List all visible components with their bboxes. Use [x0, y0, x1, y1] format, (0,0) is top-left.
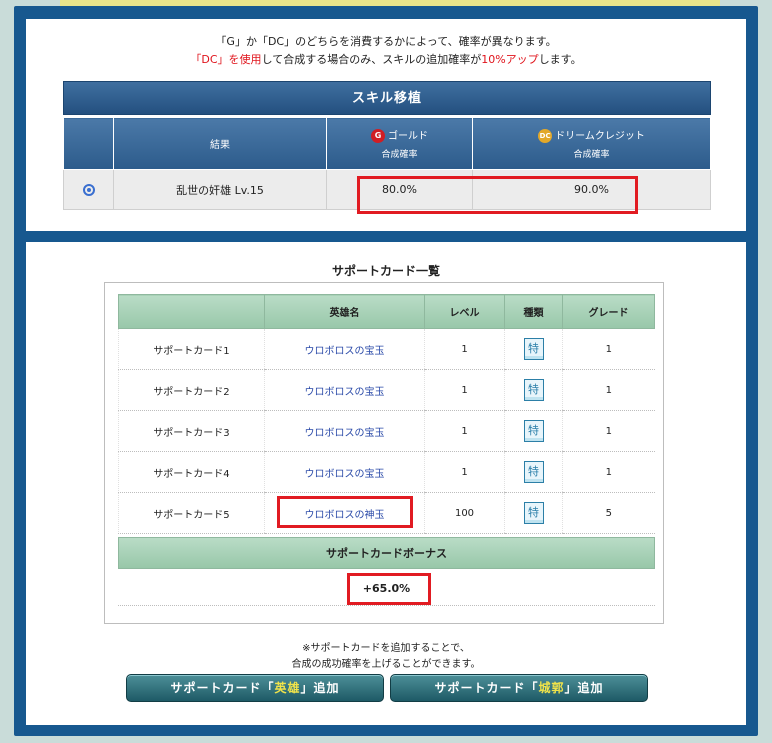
notice-line-2: 「DC」を使用して合成する場合のみ、スキルの追加確率が10%アップします。 — [26, 53, 746, 67]
table-row: サポートカード2 ウロボロスの宝玉 1 特 1 — [118, 369, 655, 411]
hero-link[interactable]: ウロボロスの宝玉 — [305, 387, 385, 398]
support-table: 英雄名 レベル 種類 グレード サポートカード1 ウロボロスの宝玉 1 特 1 … — [118, 294, 655, 534]
support-card-label: サポートカード4 — [118, 451, 265, 493]
gold-rate: 80.0% — [326, 169, 473, 210]
notice-dc-highlight: 「DC」を使用 — [190, 53, 262, 66]
level-cell: 1 — [424, 410, 505, 452]
support-col-label — [118, 294, 265, 329]
special-type-icon: 特 — [523, 338, 544, 360]
skill-row: 乱世の奸雄 Lv.15 80.0% 90.0% — [63, 169, 711, 210]
notice-line-1: 「G」か「DC」のどちらを消費するかによって、確率が異なります。 — [215, 35, 557, 48]
hero-name-cell: ウロボロスの宝玉 — [264, 369, 425, 411]
hero-link[interactable]: ウロボロスの宝玉 — [305, 346, 385, 357]
skill-name: 乱世の奸雄 Lv.15 — [113, 169, 327, 210]
dc-label: ドリームクレジット — [555, 131, 645, 142]
gold-label: ゴールド — [388, 131, 428, 142]
skill-select-cell[interactable] — [63, 169, 114, 210]
kind-cell: 特 — [504, 328, 563, 370]
btn1-prefix: サポートカード「 — [170, 681, 275, 695]
grade-cell: 1 — [562, 328, 655, 370]
hero-link[interactable]: ウロボロスの神玉 — [305, 510, 385, 521]
support-col-hero: 英雄名 — [264, 294, 425, 329]
special-type-icon: 特 — [523, 420, 544, 442]
grade-cell: 5 — [562, 492, 655, 534]
add-hero-support-button[interactable]: サポートカード「英雄」追加 — [126, 674, 384, 702]
grade-cell: 1 — [562, 451, 655, 493]
table-row: サポートカード4 ウロボロスの宝玉 1 特 1 — [118, 451, 655, 493]
grade-cell: 1 — [562, 410, 655, 452]
support-card-label: サポートカード5 — [118, 492, 265, 534]
hero-name-cell: ウロボロスの宝玉 — [264, 451, 425, 493]
support-note-line-1: ※サポートカードを追加することで、 — [302, 643, 470, 654]
btn1-keyword: 英雄 — [274, 681, 301, 695]
gold-column-header: G ゴールド 合成確率 — [326, 117, 473, 170]
btn2-prefix: サポートカード「 — [434, 681, 539, 695]
level-cell: 1 — [424, 328, 505, 370]
special-type-icon: 特 — [523, 502, 544, 524]
kind-cell: 特 — [504, 492, 563, 534]
btn2-suffix: 」追加 — [564, 681, 604, 695]
dc-rate: 90.0% — [472, 169, 711, 210]
hero-name-cell: ウロボロスの神玉 — [264, 492, 425, 534]
hero-name-cell: ウロボロスの宝玉 — [264, 410, 425, 452]
table-row: サポートカード5 ウロボロスの神玉 100 特 5 — [118, 492, 655, 534]
notice-end: します。 — [538, 53, 582, 66]
skill-table: 結果 G ゴールド 合成確率 DC ドリームクレジット 合成確率 乱世の奸雄 Lv.… — [63, 117, 711, 210]
kind-cell: 特 — [504, 410, 563, 452]
notice-mid: して合成する場合のみ、スキルの追加確率が — [261, 53, 482, 66]
support-card-label: サポートカード2 — [118, 369, 265, 411]
support-note-line-2: 合成の成功確率を上げることができます。 — [291, 659, 481, 670]
gold-coin-icon: G — [371, 129, 385, 143]
btn2-keyword: 城郭 — [538, 681, 565, 695]
hero-name-cell: ウロボロスの宝玉 — [264, 328, 425, 370]
support-card-label: サポートカード1 — [118, 328, 265, 370]
result-column-header: 結果 — [113, 117, 327, 170]
select-column-header — [63, 117, 114, 170]
special-type-icon: 特 — [523, 461, 544, 483]
hero-link[interactable]: ウロボロスの宝玉 — [305, 428, 385, 439]
dc-column-header: DC ドリームクレジット 合成確率 — [472, 117, 711, 170]
support-panel: サポートカード一覧 英雄名 レベル 種類 グレード サポートカード1 ウロボロス… — [26, 242, 746, 725]
skill-transfer-header: スキル移植 — [63, 81, 711, 115]
support-card-label: サポートカード3 — [118, 410, 265, 452]
level-cell: 100 — [424, 492, 505, 534]
table-row: サポートカード1 ウロボロスの宝玉 1 特 1 — [118, 328, 655, 370]
table-row: サポートカード3 ウロボロスの宝玉 1 特 1 — [118, 410, 655, 452]
add-castle-support-button[interactable]: サポートカード「城郭」追加 — [390, 674, 648, 702]
grade-cell: 1 — [562, 369, 655, 411]
kind-cell: 特 — [504, 451, 563, 493]
support-col-level: レベル — [424, 294, 505, 329]
level-cell: 1 — [424, 369, 505, 411]
gold-subtitle: 合成確率 — [381, 150, 418, 160]
kind-cell: 特 — [504, 369, 563, 411]
dream-credit-icon: DC — [538, 129, 553, 143]
btn1-suffix: 」追加 — [300, 681, 340, 695]
support-list-title: サポートカード一覧 — [331, 264, 440, 278]
support-bonus-value: +65.0% — [118, 572, 655, 606]
notice-bonus-highlight: 10%アップ — [481, 53, 539, 66]
support-col-grade: グレード — [562, 294, 655, 329]
skill-panel: 「G」か「DC」のどちらを消費するかによって、確率が異なります。 「DC」を使用… — [26, 19, 746, 231]
special-type-icon: 特 — [523, 379, 544, 401]
support-col-kind: 種類 — [504, 294, 563, 329]
support-bonus-header: サポートカードボーナス — [118, 537, 655, 569]
level-cell: 1 — [424, 451, 505, 493]
skill-radio-button[interactable] — [82, 184, 95, 196]
dc-subtitle: 合成確率 — [573, 150, 610, 160]
hero-link[interactable]: ウロボロスの宝玉 — [305, 469, 385, 480]
